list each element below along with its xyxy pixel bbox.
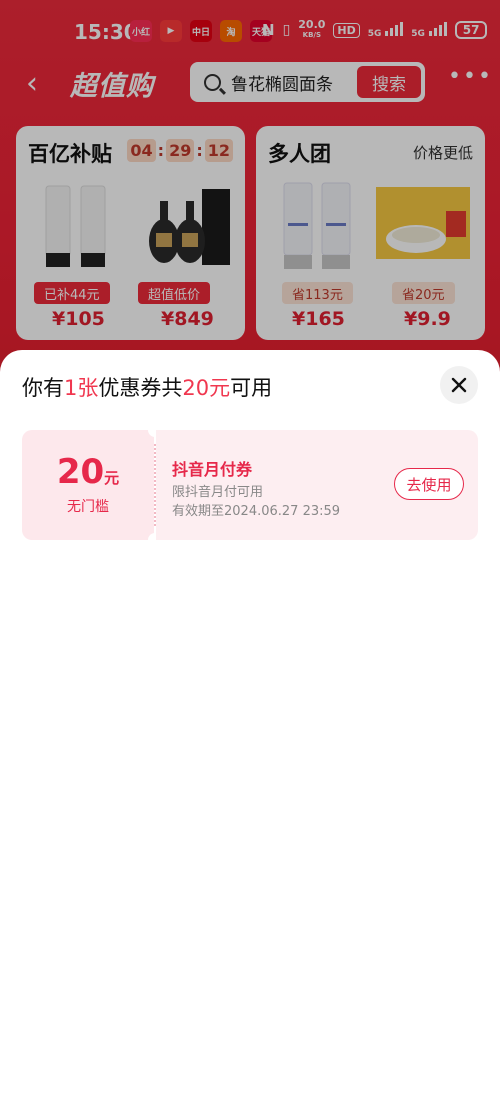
- sheet-title: 你有1张优惠券共20元可用: [22, 376, 273, 400]
- close-icon: [451, 377, 467, 393]
- coupon-sheet: 你有1张优惠券共20元可用 20元 无门槛 抖音月付券 限抖音月付可用 有效期至…: [0, 350, 500, 1117]
- coupon-threshold: 无门槛: [67, 499, 109, 515]
- use-coupon-button[interactable]: 去使用: [394, 468, 464, 500]
- coupon-card[interactable]: 20元 无门槛 抖音月付券 限抖音月付可用 有效期至2024.06.27 23:…: [22, 423, 478, 547]
- coupon-expiry: 有效期至2024.06.27 23:59: [172, 504, 341, 519]
- close-button[interactable]: [440, 366, 478, 404]
- coupon-detail-section: 抖音月付券 限抖音月付可用 有效期至2024.06.27 23:59 去使用: [156, 430, 478, 540]
- coupon-name: 抖音月付券: [172, 460, 253, 479]
- coupon-value-section: 20元 无门槛: [22, 430, 154, 540]
- coupon-amount: 20元: [56, 452, 120, 492]
- coupon-description: 限抖音月付可用: [172, 485, 264, 500]
